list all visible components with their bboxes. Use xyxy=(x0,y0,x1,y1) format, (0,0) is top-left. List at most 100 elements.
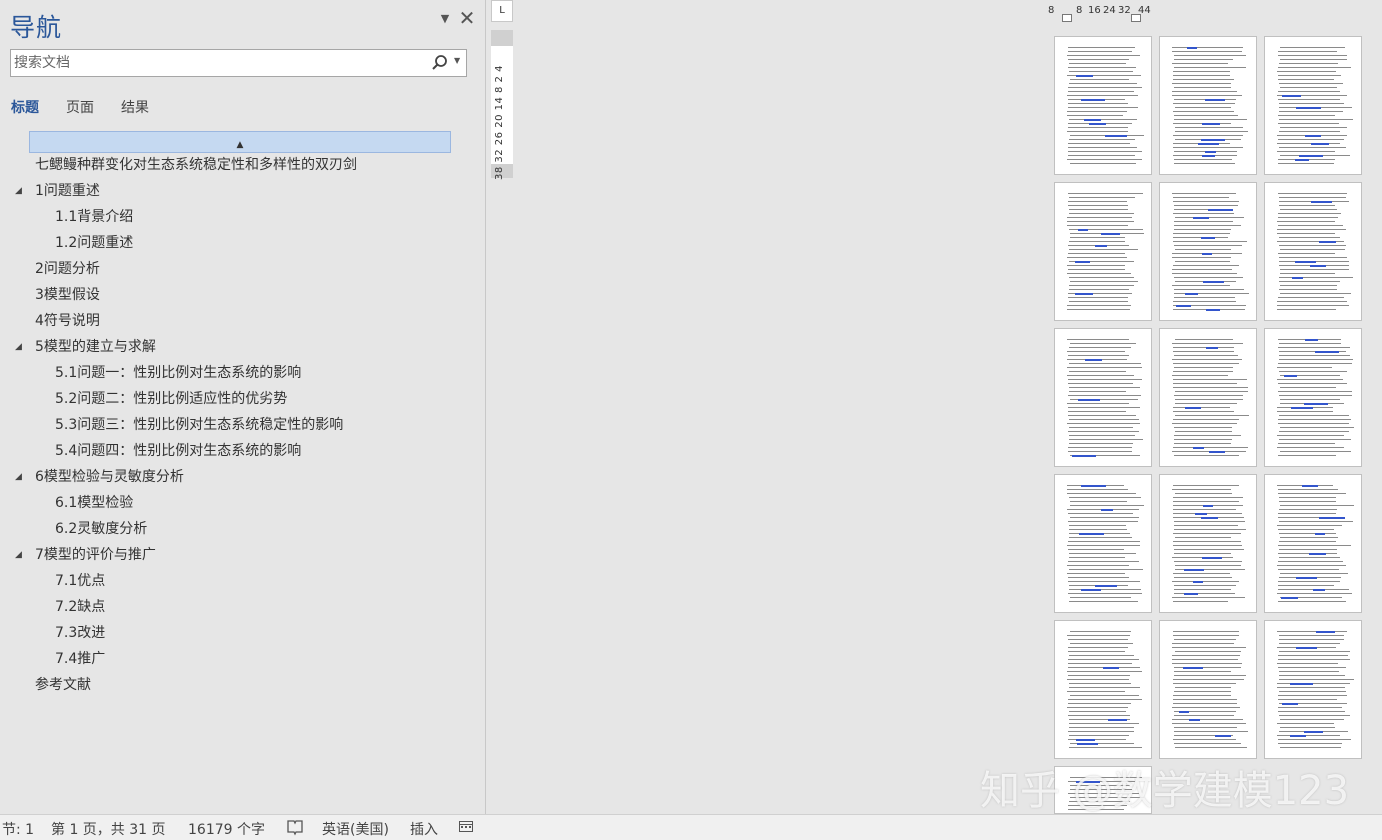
heading-item[interactable]: 2问题分析 xyxy=(35,259,100,279)
tab-selector[interactable]: L xyxy=(491,0,513,22)
ruler-label: 16 xyxy=(1088,5,1101,16)
thumbnail-text-line xyxy=(1067,131,1128,132)
thumbnail-text-line xyxy=(1068,209,1128,210)
page-thumbnail[interactable] xyxy=(1054,620,1152,759)
thumbnail-text-line xyxy=(1067,403,1129,404)
thumbnail-spellcheck-mark xyxy=(1294,159,1309,161)
thumbnail-text-line xyxy=(1279,249,1346,250)
thumbnail-spellcheck-mark xyxy=(1078,533,1104,535)
page-thumbnail[interactable] xyxy=(1264,36,1362,175)
thumbnail-text-line xyxy=(1068,297,1128,298)
thumbnail-text-line xyxy=(1277,225,1343,226)
collapse-triangle-icon[interactable]: ◢ xyxy=(15,545,22,565)
heading-item[interactable]: 7.4推广 xyxy=(55,649,105,669)
page-thumbnail[interactable] xyxy=(1054,328,1152,467)
page-thumbnail[interactable] xyxy=(1264,474,1362,613)
thumbnail-text-line xyxy=(1067,253,1126,254)
collapse-triangle-icon[interactable]: ◢ xyxy=(15,181,22,201)
status-page[interactable]: 第 1 页，共 31 页 xyxy=(51,819,166,839)
thumbnail-text-line xyxy=(1174,159,1233,160)
heading-item[interactable]: 5.2问题二：性别比例适应性的优劣势 xyxy=(55,389,287,409)
tab-pages[interactable]: 页面 xyxy=(66,97,94,117)
thumbnail-spellcheck-mark xyxy=(1192,217,1209,219)
tab-results[interactable]: 结果 xyxy=(121,97,149,117)
heading-item[interactable]: 5.1问题一：性别比例对生态系统的影响 xyxy=(55,363,301,383)
proofing-icon[interactable] xyxy=(286,818,304,840)
heading-item[interactable]: 6.1模型检验 xyxy=(55,493,133,513)
search-box: ▼ xyxy=(10,49,467,77)
thumbnail-text-line xyxy=(1278,443,1335,444)
heading-item[interactable]: 7.2缺点 xyxy=(55,597,105,617)
thumbnail-text-line xyxy=(1172,79,1234,80)
heading-item[interactable]: 七鳃鳗种群变化对生态系统稳定性和多样性的双刃剑 xyxy=(35,155,357,175)
close-icon[interactable]: ✕ xyxy=(457,8,477,28)
thumbnail-text-line xyxy=(1067,367,1142,368)
tab-headings[interactable]: 标题 xyxy=(11,97,39,117)
thumbnail-text-line xyxy=(1067,715,1130,716)
thumbnail-text-line xyxy=(1068,711,1127,712)
page-thumbnail[interactable] xyxy=(1159,620,1257,759)
heading-item[interactable]: 6模型检验与灵敏度分析 xyxy=(35,467,184,487)
thumbnail-text-line xyxy=(1069,391,1127,392)
heading-item[interactable]: 5.3问题三：性别比例对生态系统稳定性的影响 xyxy=(55,415,343,435)
thumbnail-text-line xyxy=(1069,505,1145,506)
heading-item[interactable]: 4符号说明 xyxy=(35,311,100,331)
thumbnail-text-line xyxy=(1067,111,1127,112)
thumbnail-text-line xyxy=(1278,205,1335,206)
thumbnail-spellcheck-mark xyxy=(1183,593,1199,595)
thumbnail-text-line xyxy=(1277,683,1351,684)
heading-item[interactable]: 7.3改进 xyxy=(55,623,105,643)
scroll-to-top-bar[interactable]: ▲ xyxy=(29,131,451,153)
page-thumbnail[interactable] xyxy=(1264,620,1362,759)
thumbnail-spellcheck-mark xyxy=(1290,407,1313,409)
macro-recording-icon[interactable] xyxy=(458,818,474,838)
heading-item[interactable]: 1问题重述 xyxy=(35,181,100,201)
thumbnail-text-line xyxy=(1068,139,1135,140)
heading-item[interactable]: 3模型假设 xyxy=(35,285,100,305)
page-thumbnail[interactable] xyxy=(1159,328,1257,467)
thumbnail-spellcheck-mark xyxy=(1282,703,1298,705)
page-thumbnail[interactable] xyxy=(1054,474,1152,613)
page-thumbnail[interactable] xyxy=(1054,36,1152,175)
search-options-chevron-icon[interactable]: ▼ xyxy=(454,56,460,65)
thumbnail-text-line xyxy=(1279,209,1338,210)
pane-options-icon[interactable]: ▼ xyxy=(438,12,452,26)
thumbnail-spellcheck-mark xyxy=(1202,505,1213,507)
thumbnail-spellcheck-mark xyxy=(1193,447,1205,449)
page-thumbnail[interactable] xyxy=(1159,182,1257,321)
heading-item[interactable]: 7模型的评价与推广 xyxy=(35,545,156,565)
page-thumbnail[interactable] xyxy=(1264,328,1362,467)
thumbnail-spellcheck-mark xyxy=(1282,95,1301,97)
thumbnail-text-line xyxy=(1069,371,1126,372)
thumbnail-text-line xyxy=(1173,229,1231,230)
heading-item[interactable]: 5.4问题四：性别比例对生态系统的影响 xyxy=(55,441,301,461)
heading-item[interactable]: 5模型的建立与求解 xyxy=(35,337,156,357)
status-word-count[interactable]: 16179 个字 xyxy=(188,819,265,839)
status-language[interactable]: 英语(美国) xyxy=(322,819,389,839)
thumbnail-text-line xyxy=(1173,367,1234,368)
search-input[interactable] xyxy=(14,52,414,74)
thumbnail-text-line xyxy=(1173,639,1236,640)
page-thumbnail[interactable] xyxy=(1054,182,1152,321)
thumbnail-spellcheck-mark xyxy=(1202,155,1215,157)
heading-item[interactable]: 7.1优点 xyxy=(55,571,105,591)
heading-item[interactable]: 1.2问题重述 xyxy=(55,233,133,253)
thumbnail-text-line xyxy=(1172,359,1243,360)
heading-item[interactable]: 6.2灵敏度分析 xyxy=(55,519,147,539)
search-icon[interactable] xyxy=(431,54,449,72)
thumbnail-text-line xyxy=(1172,489,1231,490)
status-section[interactable]: 节: 1 xyxy=(2,819,34,839)
collapse-triangle-icon[interactable]: ◢ xyxy=(15,337,22,357)
thumbnail-text-line xyxy=(1279,451,1351,452)
page-thumbnail[interactable] xyxy=(1264,182,1362,321)
thumbnail-text-line xyxy=(1277,423,1349,424)
indent-marker[interactable] xyxy=(1131,14,1141,22)
indent-marker[interactable] xyxy=(1062,14,1072,22)
heading-item[interactable]: 参考文献 xyxy=(35,675,91,695)
page-thumbnail[interactable] xyxy=(1159,474,1257,613)
thumbnail-text-line xyxy=(1279,131,1340,132)
heading-item[interactable]: 1.1背景介绍 xyxy=(55,207,133,227)
status-mode[interactable]: 插入 xyxy=(410,819,438,839)
collapse-triangle-icon[interactable]: ◢ xyxy=(15,467,22,487)
page-thumbnail[interactable] xyxy=(1159,36,1257,175)
